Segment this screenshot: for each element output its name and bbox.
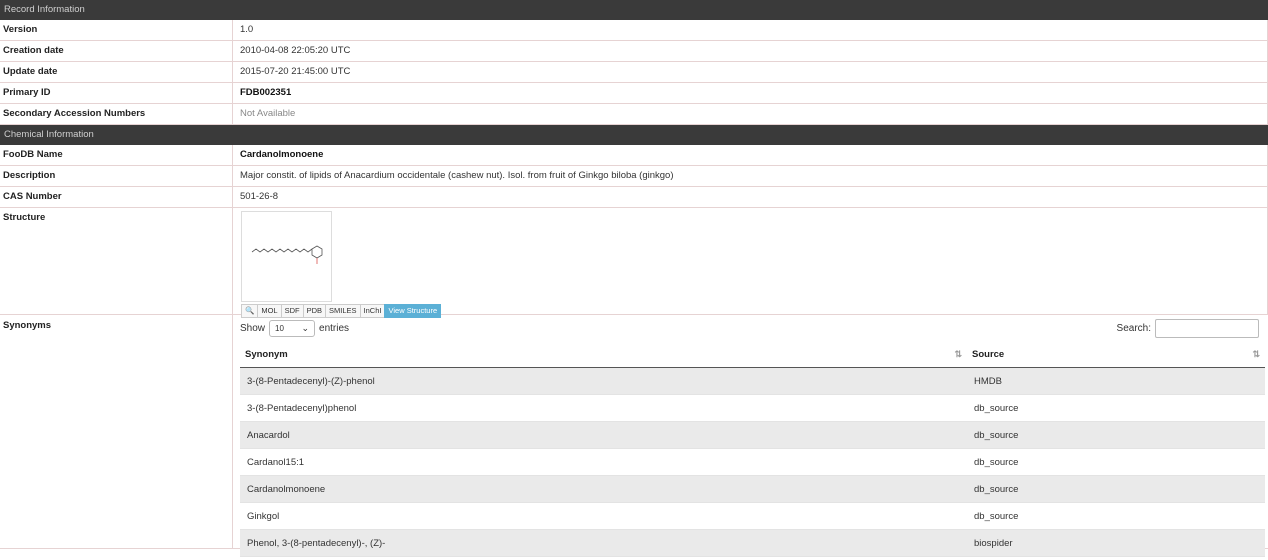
table-row: Phenol, 3-(8-pentadecenyl)-, (Z)- biospi… (240, 529, 1265, 557)
description-row: Description Major constit. of lipids of … (0, 166, 1268, 187)
source-column-label: Source (972, 348, 1005, 360)
table-row: Anacardol db_source (240, 421, 1265, 449)
update-date-row: Update date 2015-07-20 21:45:00 UTC (0, 62, 1268, 83)
synonym-cell: Cardanol15:1 (240, 448, 967, 476)
foodb-name-value: Cardanolmonoene (233, 145, 1268, 165)
description-label: Description (0, 166, 233, 186)
entries-label: entries (319, 322, 350, 334)
search-label: Search: (1116, 322, 1151, 334)
table-controls: Show 10 ⌄ entries Search: (240, 315, 1268, 341)
foodb-name-label: FooDB Name (0, 145, 233, 165)
molecule-drawing (251, 245, 323, 264)
version-label: Version (0, 20, 233, 40)
synonyms-panel: Show 10 ⌄ entries Search: Synonym ⇅ Sour… (233, 315, 1268, 557)
secondary-accession-label: Secondary Accession Numbers (0, 104, 233, 124)
synonym-cell: Anacardol (240, 421, 967, 449)
synonyms-row: Synonyms Show 10 ⌄ entries Search: Synon… (0, 315, 1268, 557)
synonym-cell: Ginkgol (240, 502, 967, 530)
structure-image[interactable] (241, 211, 332, 302)
sort-asc-icon: ⇅ (954, 349, 962, 359)
version-row: Version 1.0 (0, 20, 1268, 41)
update-date-value: 2015-07-20 21:45:00 UTC (233, 62, 1268, 82)
primary-id-value: FDB002351 (233, 83, 1268, 103)
cas-number-label: CAS Number (0, 187, 233, 207)
foodb-name-row: FooDB Name Cardanolmonoene (0, 145, 1268, 166)
synonym-cell: 3-(8-Pentadecenyl)-(Z)-phenol (240, 367, 967, 395)
sort-icon: ⇅ (1252, 349, 1260, 359)
primary-id-label: Primary ID (0, 83, 233, 103)
source-cell: db_source (967, 502, 1265, 530)
synonym-cell: 3-(8-Pentadecenyl)phenol (240, 394, 967, 422)
synonym-column-label: Synonym (245, 348, 288, 360)
source-cell: db_source (967, 475, 1265, 503)
update-date-label: Update date (0, 62, 233, 82)
creation-date-row: Creation date 2010-04-08 22:05:20 UTC (0, 41, 1268, 62)
table-row: 3-(8-Pentadecenyl)-(Z)-phenol HMDB (240, 367, 1265, 395)
table-row: 3-(8-Pentadecenyl)phenol db_source (240, 394, 1265, 422)
record-information-header: Record Information (0, 0, 1268, 20)
source-cell: biospider (967, 529, 1265, 557)
cas-number-row: CAS Number 501-26-8 (0, 187, 1268, 208)
search-input[interactable] (1155, 318, 1259, 338)
cas-number-value: 501-26-8 (233, 187, 1268, 207)
source-cell: db_source (967, 448, 1265, 476)
chemical-information-header: Chemical Information (0, 125, 1268, 145)
version-value: 1.0 (233, 20, 1268, 40)
source-column-header[interactable]: Source ⇅ (967, 341, 1265, 368)
synonym-cell: Phenol, 3-(8-pentadecenyl)-, (Z)- (240, 529, 967, 557)
entries-select-value: 10 (275, 323, 284, 333)
synonym-cell: Cardanolmonoene (240, 475, 967, 503)
structure-label: Structure (0, 208, 233, 314)
secondary-accession-row: Secondary Accession Numbers Not Availabl… (0, 104, 1268, 125)
source-cell: HMDB (967, 367, 1265, 395)
structure-value: 🔍 MOL SDF PDB SMILES InChI View Structur… (233, 208, 1268, 318)
chevron-down-icon: ⌄ (301, 322, 310, 333)
creation-date-label: Creation date (0, 41, 233, 61)
secondary-accession-value: Not Available (233, 104, 1268, 124)
synonyms-label: Synonyms (0, 315, 233, 548)
source-cell: db_source (967, 421, 1265, 449)
synonym-column-header[interactable]: Synonym ⇅ (240, 341, 967, 368)
description-value: Major constit. of lipids of Anacardium o… (233, 166, 1268, 186)
structure-row: Structure 🔍 MOL SDF PDB SMILES InChI Vie… (0, 208, 1268, 318)
creation-date-value: 2010-04-08 22:05:20 UTC (233, 41, 1268, 61)
synonyms-table: Synonym ⇅ Source ⇅ 3-(8-Pentadecenyl)-(Z… (240, 341, 1265, 557)
table-row: Ginkgol db_source (240, 502, 1265, 530)
show-label: Show (240, 322, 266, 334)
table-row: Cardanol15:1 db_source (240, 448, 1265, 476)
entries-select[interactable]: 10 ⌄ (269, 319, 316, 337)
source-cell: db_source (967, 394, 1265, 422)
table-row: Cardanolmonoene db_source (240, 475, 1265, 503)
primary-id-row: Primary ID FDB002351 (0, 83, 1268, 104)
